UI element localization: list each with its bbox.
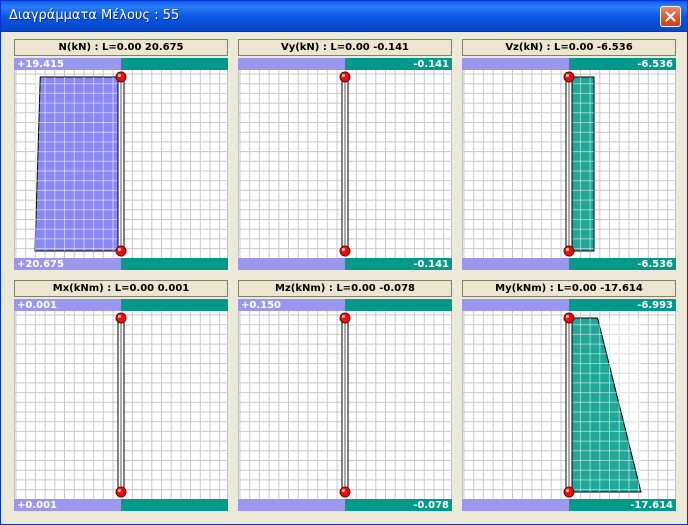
- node-highlight: [117, 73, 122, 78]
- bottom-value-label: -0.141: [413, 259, 449, 270]
- diagram-title: Vy(kN) : L=0.00 -0.141: [238, 39, 452, 56]
- window-title: Διαγράμματα Μέλους : 55: [9, 8, 180, 23]
- node-highlight: [565, 73, 570, 78]
- band-negative-bottom: [238, 499, 345, 511]
- end-node-icon: [563, 245, 575, 257]
- diagram-plot: +0.001 +0.001: [14, 299, 228, 511]
- node-highlight: [117, 488, 122, 493]
- end-node-icon: [115, 486, 127, 498]
- start-node-icon: [563, 312, 575, 324]
- start-node-icon: [115, 312, 127, 324]
- start-node-icon: [563, 71, 575, 83]
- end-node-icon: [563, 486, 575, 498]
- diagram-title: My(kNm) : L=0.00 -17.614: [462, 280, 676, 297]
- diagram-plot: -6.536 -6.536: [462, 58, 676, 270]
- top-value-label: -0.141: [413, 59, 449, 70]
- member-diagrams-window: Διαγράμματα Μέλους : 55 N(kN) : L=0.00 2…: [0, 0, 688, 525]
- bottom-value-label: -0.078: [413, 500, 449, 511]
- top-value-label: +0.150: [241, 300, 281, 311]
- top-value-label: +0.001: [17, 300, 57, 311]
- band-negative-bottom: [238, 258, 345, 270]
- node-highlight: [565, 314, 570, 319]
- band-positive-top: [121, 299, 228, 311]
- diagram-plot: -0.141 -0.141: [238, 58, 452, 270]
- node-highlight: [341, 314, 346, 319]
- start-node-icon: [115, 71, 127, 83]
- top-value-label: -6.993: [637, 300, 673, 311]
- bottom-value-label: -6.536: [637, 259, 673, 270]
- end-node-icon: [339, 486, 351, 498]
- end-node-icon: [339, 245, 351, 257]
- close-button[interactable]: [660, 6, 681, 27]
- start-node-icon: [339, 312, 351, 324]
- band-negative-top: [462, 58, 569, 70]
- band-positive-top: [345, 299, 452, 311]
- diagram-plot: +0.150 -0.078: [238, 299, 452, 511]
- bottom-value-label: +0.001: [17, 500, 57, 511]
- band-positive-top: [121, 58, 228, 70]
- top-value-label: +19.415: [17, 59, 64, 70]
- diagram-title: Vz(kN) : L=0.00 -6.536: [462, 39, 676, 56]
- node-highlight: [117, 247, 122, 252]
- end-node-icon: [115, 245, 127, 257]
- node-highlight: [341, 247, 346, 252]
- start-node-icon: [339, 71, 351, 83]
- diagram-plot: +19.415 +20.675: [14, 58, 228, 270]
- top-value-label: -6.536: [637, 59, 673, 70]
- node-highlight: [565, 247, 570, 252]
- band-positive-bottom: [121, 499, 228, 511]
- node-highlight: [341, 73, 346, 78]
- diagram-plot: -6.993 -17.614: [462, 299, 676, 511]
- node-highlight: [117, 314, 122, 319]
- band-negative-bottom: [462, 499, 569, 511]
- node-highlight: [565, 488, 570, 493]
- diagram-title: Mx(kNm) : L=0.00 0.001: [14, 280, 228, 297]
- band-negative-bottom: [462, 258, 569, 270]
- bottom-value-label: -17.614: [630, 500, 673, 511]
- band-negative-top: [238, 58, 345, 70]
- title-bar[interactable]: Διαγράμματα Μέλους : 55: [1, 1, 687, 32]
- node-highlight: [341, 488, 346, 493]
- bottom-value-label: +20.675: [17, 259, 64, 270]
- band-positive-bottom: [121, 258, 228, 270]
- band-negative-top: [462, 299, 569, 311]
- diagram-title: Mz(kNm) : L=0.00 -0.078: [238, 280, 452, 297]
- close-icon: [665, 11, 676, 22]
- diagram-title: N(kN) : L=0.00 20.675: [14, 39, 228, 56]
